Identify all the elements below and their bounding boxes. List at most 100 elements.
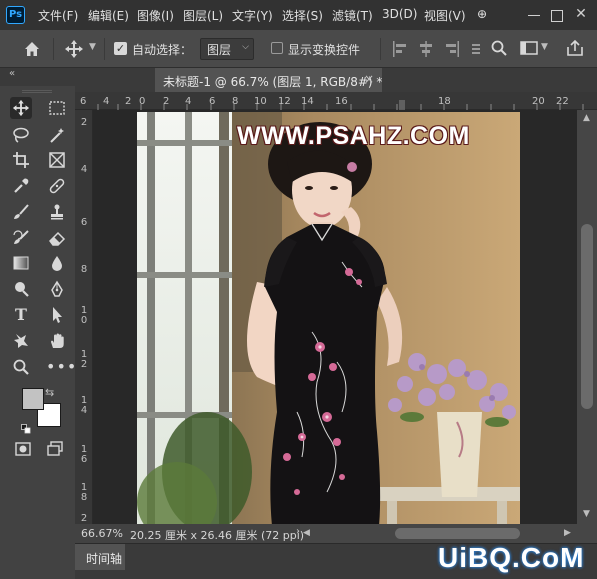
horizontal-scrollbar[interactable]: ◀ ▶ xyxy=(300,524,597,543)
move-tool-button[interactable] xyxy=(10,97,32,119)
window-close-button[interactable]: ✕ xyxy=(572,5,590,23)
quick-mask-icon[interactable] xyxy=(12,438,34,460)
ruler-label: 6 xyxy=(80,96,87,107)
options-bar: ▼ ✓ 自动选择： 图层 ⌵ 显示变换控件 ▼ xyxy=(0,30,597,68)
menu-bar: Ps 文件(F) 编辑(E) 图像(I) 图层(L) 文字(Y) 选择(S) 滤… xyxy=(0,0,597,30)
ruler-label: 16 xyxy=(335,96,348,107)
frame-tool-button[interactable] xyxy=(46,149,68,171)
foreground-color-swatch[interactable] xyxy=(22,388,44,410)
search-icon[interactable] xyxy=(490,39,508,61)
tools-panel: T ••• ⇆ xyxy=(0,86,76,579)
document-tab-bar: 未标题-1 @ 66.7% (图层 1, RGB/8#) * × xyxy=(75,68,597,92)
healing-brush-tool-button[interactable] xyxy=(46,175,68,197)
document-photo[interactable]: WWW.PSAHZ.COM xyxy=(137,112,520,524)
ruler-label: 1 6 xyxy=(80,444,88,465)
auto-select-target-dropdown[interactable]: 图层 ⌵ xyxy=(200,38,254,60)
auto-select-label: 自动选择： xyxy=(132,43,193,57)
menu-3d[interactable]: 3D(D) xyxy=(382,7,417,21)
auto-select-checkbox[interactable]: ✓ xyxy=(114,42,127,55)
menu-view[interactable]: 视图(V) xyxy=(424,7,466,24)
ruler-label: 4 xyxy=(185,96,192,107)
eyedropper-tool-button[interactable] xyxy=(10,175,32,197)
path-selection-tool-button[interactable] xyxy=(46,304,68,326)
gradient-tool-button[interactable] xyxy=(10,252,32,274)
marquee-tool-button[interactable] xyxy=(46,97,68,119)
menu-filter[interactable]: 滤镜(T) xyxy=(332,7,373,24)
hand-tool-button[interactable] xyxy=(46,330,68,352)
share-icon[interactable] xyxy=(566,39,584,61)
more-tools-icon[interactable]: ••• xyxy=(46,356,76,378)
document-tab[interactable]: 未标题-1 @ 66.7% (图层 1, RGB/8#) * × xyxy=(155,68,382,92)
menu-layer[interactable]: 图层(L) xyxy=(183,7,223,24)
ruler-label: 6 xyxy=(209,96,216,107)
custom-shape-tool-button[interactable] xyxy=(10,330,32,352)
crop-tool-button[interactable] xyxy=(10,149,32,171)
brush-tool-button[interactable] xyxy=(10,201,32,223)
workspace-chevron-icon[interactable]: ▼ xyxy=(541,42,548,52)
stamp-tool-button[interactable] xyxy=(46,201,68,223)
vertical-scrollbar[interactable]: ▲ ▼ xyxy=(577,110,597,524)
timeline-tab[interactable]: 时间轴 xyxy=(75,544,125,570)
magic-wand-tool-button[interactable] xyxy=(46,124,68,146)
window-maximize-button[interactable] xyxy=(548,7,564,23)
type-tool-button[interactable]: T xyxy=(10,304,32,326)
menu-select[interactable]: 选择(S) xyxy=(282,7,323,24)
ruler-label: 2 xyxy=(80,117,88,128)
workspace-icon[interactable] xyxy=(520,40,538,60)
screen-mode-icon[interactable] xyxy=(44,438,66,460)
vertical-ruler[interactable]: 2 4 6 8 1 0 1 2 1 4 1 6 1 8 2 0 xyxy=(75,110,93,534)
scroll-up-icon[interactable]: ▲ xyxy=(583,113,590,123)
history-brush-tool-button[interactable] xyxy=(10,227,32,249)
ruler-label: 1 2 xyxy=(80,349,88,370)
menu-overflow-icon[interactable]: ⊕ xyxy=(477,7,487,21)
status-bar: 66.67% 20.25 厘米 x 26.46 厘米 (72 ppi) › xyxy=(75,524,304,543)
photoshop-logo: Ps xyxy=(6,6,25,24)
close-tab-icon[interactable]: × xyxy=(364,72,374,86)
toolbar-grip[interactable] xyxy=(22,90,52,93)
home-icon[interactable] xyxy=(22,39,42,59)
scroll-right-icon[interactable]: ▶ xyxy=(564,528,571,538)
menu-type[interactable]: 文字(Y) xyxy=(232,7,273,24)
document-tab-title: 未标题-1 @ 66.7% (图层 1, RGB/8#) * xyxy=(163,75,383,89)
blur-tool-button[interactable] xyxy=(46,252,68,274)
document-canvas[interactable]: WWW.PSAHZ.COM xyxy=(93,110,577,524)
zoom-level-field[interactable]: 66.67% xyxy=(81,527,123,540)
scroll-down-icon[interactable]: ▼ xyxy=(583,509,590,519)
zoom-tool-button[interactable] xyxy=(10,356,32,378)
swap-colors-icon[interactable]: ⇆ xyxy=(45,386,54,399)
ruler-label: 1 0 xyxy=(80,305,88,326)
ruler-label: 8 xyxy=(232,96,239,107)
vertical-scrollbar-thumb[interactable] xyxy=(581,224,593,409)
horizontal-scrollbar-thumb[interactable] xyxy=(395,528,520,539)
collapse-panel-icon[interactable]: « xyxy=(0,68,75,86)
ruler-label: 22 xyxy=(556,96,569,107)
show-transform-controls-checkbox[interactable] xyxy=(271,42,283,54)
brand-watermark-text: UiBQ.CoM xyxy=(438,542,585,573)
ruler-label: 2 xyxy=(125,96,132,107)
menu-image[interactable]: 图像(I) xyxy=(137,7,174,24)
status-menu-chevron-icon[interactable]: › xyxy=(296,526,300,537)
menu-edit[interactable]: 编辑(E) xyxy=(88,7,129,24)
dodge-tool-button[interactable] xyxy=(10,278,32,300)
align-center-icon[interactable] xyxy=(418,40,434,62)
align-right-icon[interactable] xyxy=(444,40,460,62)
horizontal-ruler[interactable]: 6 4 2 0 2 4 6 8 10 12 14 16 18 20 22 xyxy=(75,92,597,110)
photo-illustration xyxy=(137,112,520,524)
ruler-label: 12 xyxy=(278,96,291,107)
photo-watermark-text: WWW.PSAHZ.COM xyxy=(237,122,470,150)
distribute-more-icon[interactable] xyxy=(470,40,482,62)
align-left-icon[interactable] xyxy=(392,40,408,62)
show-transform-controls-label: 显示变换控件 xyxy=(288,43,361,57)
lasso-tool-button[interactable] xyxy=(10,124,32,146)
pen-tool-button[interactable] xyxy=(46,278,68,300)
ruler-label: 14 xyxy=(301,96,314,107)
ruler-label: 0 xyxy=(139,96,146,107)
default-colors-icon[interactable] xyxy=(21,419,31,434)
menu-file[interactable]: 文件(F) xyxy=(38,7,78,24)
ruler-label: 10 xyxy=(254,96,267,107)
tool-preset-chevron-icon[interactable]: ▼ xyxy=(89,42,96,52)
window-minimize-button[interactable] xyxy=(526,7,542,23)
eraser-tool-button[interactable] xyxy=(46,227,68,249)
ruler-label: 4 xyxy=(80,164,88,175)
move-tool-icon[interactable] xyxy=(64,39,84,59)
